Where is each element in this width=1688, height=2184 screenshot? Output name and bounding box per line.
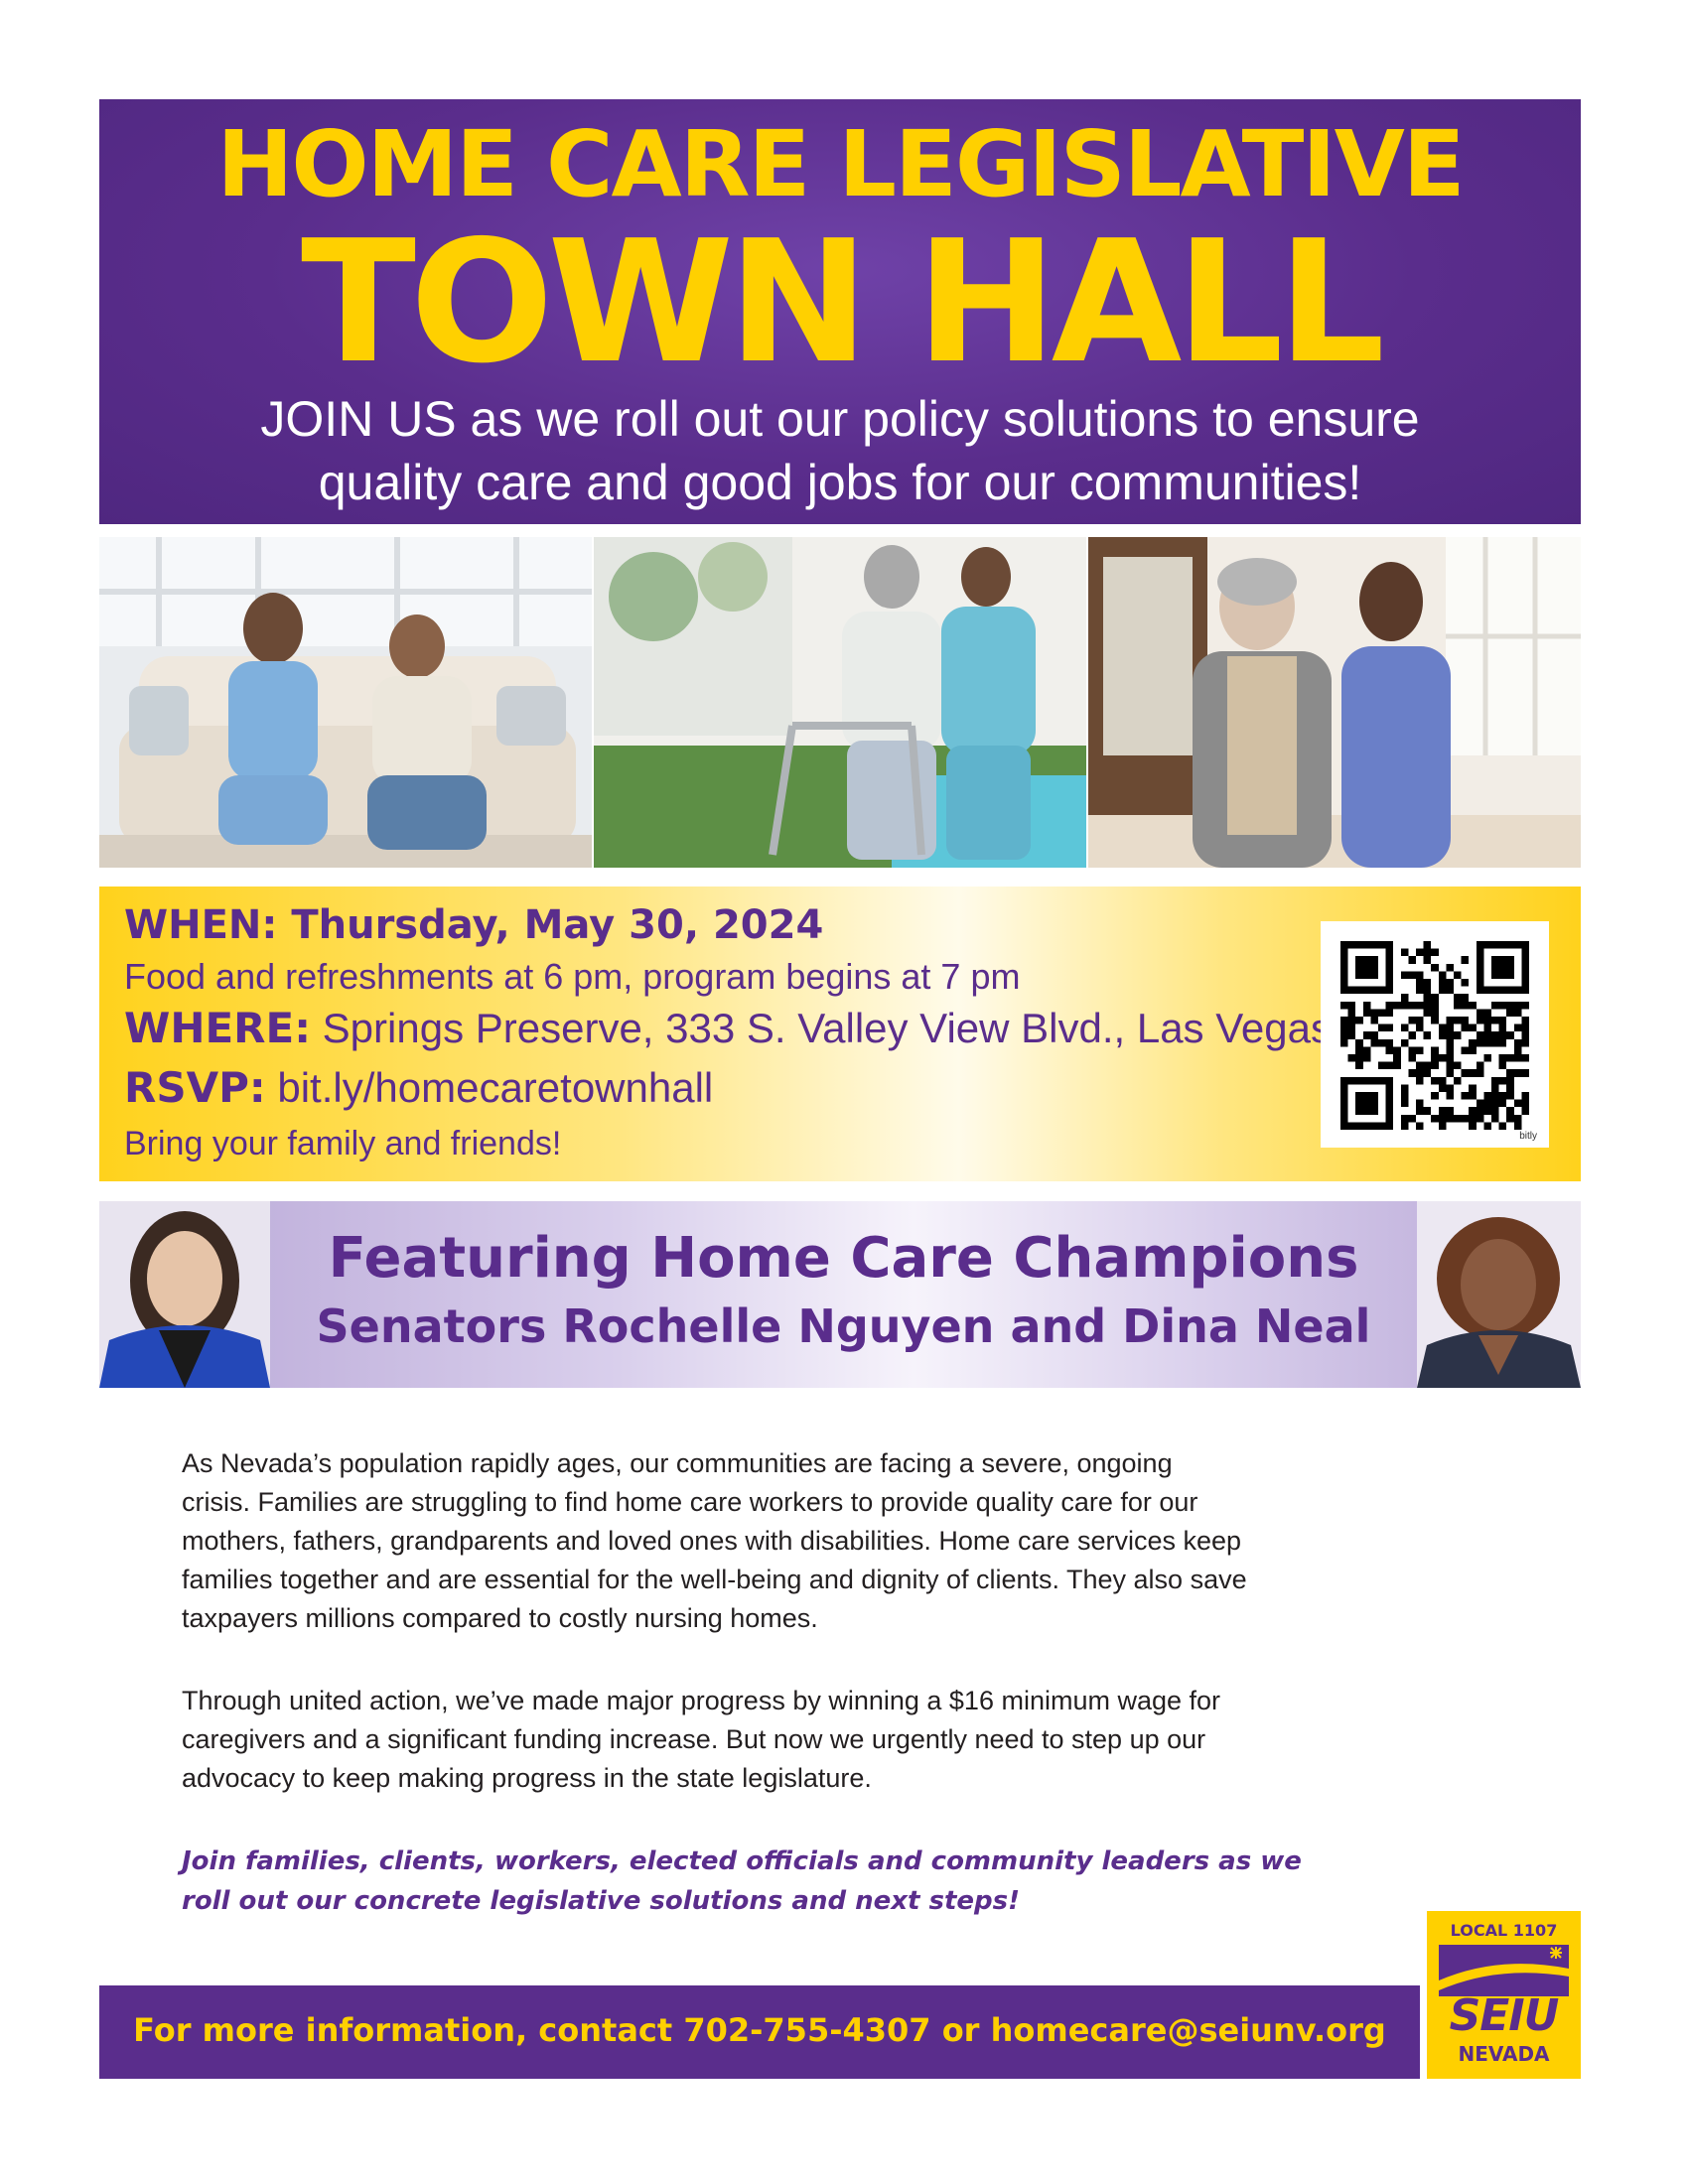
call-to-action-line: roll out our concrete legislative soluti… [182, 1886, 1020, 1916]
paragraph-2-line: Through united action, we’ve made major … [182, 1686, 1221, 1715]
logo-nevada-text: NEVADA [1458, 2042, 1550, 2066]
where-value: Springs Preserve, 333 S. Valley View Blv… [322, 1005, 1332, 1051]
paragraph-1-line: mothers, fathers, grandparents and loved… [182, 1526, 1242, 1556]
footer-contact-bar: For more information, contact 702-755-43… [99, 1985, 1420, 2079]
qr-code-icon [1340, 941, 1529, 1130]
logo-local-label: LOCAL 1107 [1450, 1921, 1558, 1940]
logo-seiu-text: SEIU [1449, 1990, 1560, 2041]
paragraph-1-line: families together and are essential for … [182, 1565, 1247, 1594]
rsvp-qr-code[interactable]: bitly [1321, 921, 1549, 1148]
call-to-action: Join families, clients, workers, elected… [182, 1842, 1433, 1921]
body-paragraph-1: As Nevada’s population rapidly ages, our… [182, 1444, 1502, 1638]
where-line: WHERE: Springs Preserve, 333 S. Valley V… [124, 1004, 1332, 1052]
call-to-action-line: Join families, clients, workers, elected… [182, 1846, 1302, 1876]
food-line: Food and refreshments at 6 pm, program b… [124, 956, 1021, 997]
title-line-1: HOME CARE LEGISLATIVE [216, 111, 1465, 217]
caregiver-with-client-on-sofa-photo [99, 537, 592, 868]
body-paragraph-2: Through united action, we’ve made major … [182, 1682, 1502, 1798]
featuring-title: Featuring Home Care Champions [328, 1226, 1359, 1291]
subtitle-line-1: JOIN US as we roll out our policy soluti… [260, 391, 1420, 447]
rsvp-label: RSVP: [124, 1063, 266, 1112]
paragraph-1-line: As Nevada’s population rapidly ages, our… [182, 1448, 1173, 1478]
header-subtitle: JOIN US as we roll out our policy soluti… [139, 387, 1541, 514]
senator-rochelle-nguyen-photo [99, 1201, 270, 1388]
paragraph-2-line: advocacy to keep making progress in the … [182, 1763, 872, 1793]
footer-contact-text: For more information, contact 702-755-43… [133, 2011, 1386, 2049]
when-line: WHEN: Thursday, May 30, 2024 [124, 902, 823, 948]
senator-dina-neal-photo [1417, 1201, 1581, 1388]
rsvp-line: RSVP: bit.ly/homecaretownhall [124, 1063, 713, 1112]
paragraph-1-line: taxpayers millions compared to costly nu… [182, 1603, 818, 1633]
featuring-subtitle: Senators Rochelle Nguyen and Dina Neal [316, 1299, 1371, 1353]
featuring-banner: Featuring Home Care Champions Senators R… [99, 1201, 1581, 1388]
when-value: Thursday, May 30, 2024 [291, 902, 824, 948]
header-banner: HOME CARE LEGISLATIVE TOWN HALL JOIN US … [99, 99, 1581, 524]
bring-line: Bring your family and friends! [124, 1125, 562, 1162]
paragraph-1-line: crisis. Families are struggling to find … [182, 1487, 1198, 1517]
subtitle-line-2: quality care and good jobs for our commu… [318, 455, 1362, 510]
seiu-nevada-logo: LOCAL 1107 SEIU NEVADA [1427, 1911, 1581, 2079]
paragraph-2-line: caregivers and a significant funding inc… [182, 1724, 1206, 1754]
title-line-2: TOWN HALL [301, 205, 1385, 401]
where-label: WHERE: [124, 1004, 311, 1052]
seiu-swoosh-icon [1439, 1945, 1569, 1996]
rsvp-link[interactable]: bit.ly/homecaretownhall [277, 1064, 713, 1111]
event-details-box: WHEN: Thursday, May 30, 2024 Food and re… [99, 887, 1581, 1181]
when-label: WHEN: [124, 902, 278, 948]
caregiver-walking-with-elderly-man-photo [1088, 537, 1581, 868]
qr-brand-label: bitly [1519, 1131, 1537, 1142]
caregiver-helping-client-with-walker-photo [594, 537, 1086, 868]
